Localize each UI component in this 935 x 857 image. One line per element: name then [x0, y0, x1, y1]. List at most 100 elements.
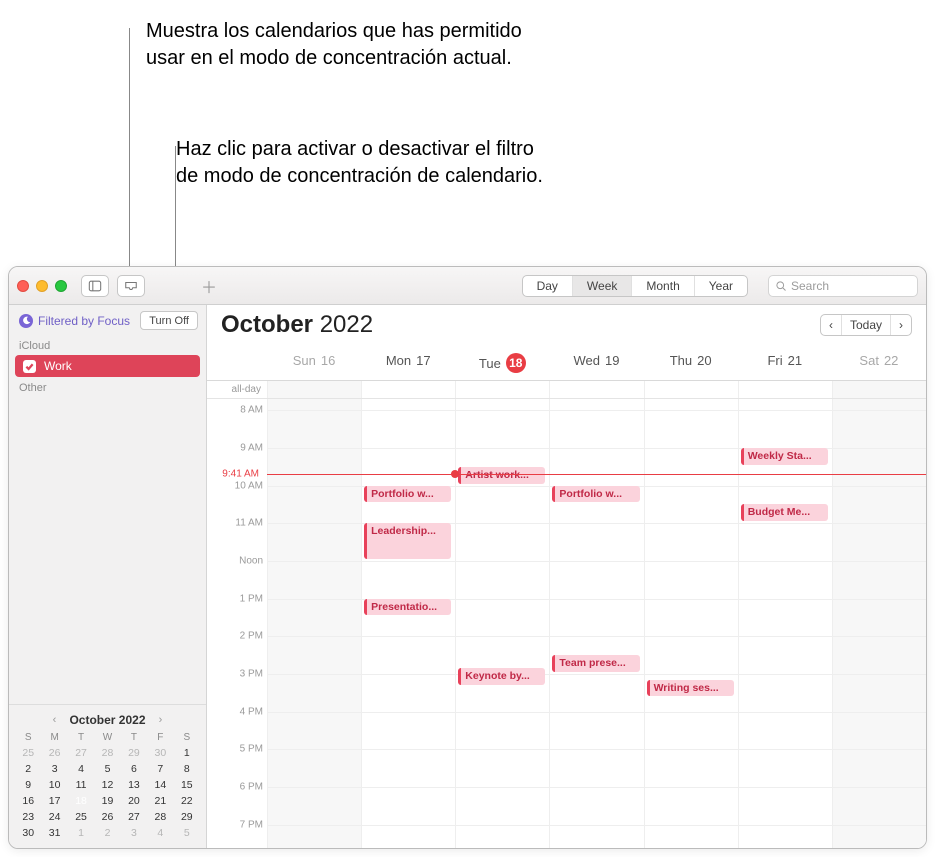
today-button[interactable]: Today [842, 315, 891, 335]
hour-gridline [362, 410, 455, 411]
day-header-cell[interactable]: Tue 18 [455, 345, 549, 380]
view-day-tab[interactable]: Day [523, 276, 573, 296]
mini-cal-day[interactable]: 28 [147, 810, 173, 824]
mini-cal-day[interactable]: 8 [174, 762, 200, 776]
search-input[interactable]: Search [768, 275, 918, 297]
sidebar-calendar-work[interactable]: Work [15, 355, 200, 377]
focus-filter-indicator[interactable]: Filtered by Focus [19, 314, 130, 328]
mini-cal-day[interactable]: 9 [15, 778, 41, 792]
mini-cal-day[interactable]: 25 [68, 810, 94, 824]
allday-cell[interactable] [738, 381, 832, 398]
day-column[interactable]: Portfolio w... Leadership... Presentatio..… [361, 399, 455, 848]
calendar-event[interactable]: Portfolio w... [364, 486, 451, 503]
allday-cell[interactable] [832, 381, 926, 398]
allday-cell[interactable] [361, 381, 455, 398]
day-header-weekday: Mon [386, 353, 411, 368]
mini-cal-day[interactable]: 11 [68, 778, 94, 792]
mini-cal-day[interactable]: 3 [121, 826, 147, 840]
day-column[interactable]: Weekly Sta... Budget Me... [738, 399, 832, 848]
mini-cal-day[interactable]: 5 [94, 762, 120, 776]
day-header-cell[interactable]: Wed 19 [549, 345, 643, 380]
mini-cal-day[interactable]: 26 [41, 746, 67, 760]
mini-cal-day[interactable]: 14 [147, 778, 173, 792]
calendar-event[interactable]: Keynote by... [458, 668, 545, 685]
calendar-event[interactable]: Portfolio w... [552, 486, 639, 503]
mini-cal-day[interactable]: 4 [68, 762, 94, 776]
mini-cal-day[interactable]: 17 [41, 794, 67, 808]
mini-cal-day[interactable]: 5 [174, 826, 200, 840]
mini-cal-day[interactable]: 1 [174, 746, 200, 760]
next-week-button[interactable]: › [891, 315, 911, 335]
mini-cal-day[interactable]: 20 [121, 794, 147, 808]
mini-cal-day[interactable]: 2 [15, 762, 41, 776]
calendar-event[interactable]: Team prese... [552, 655, 639, 672]
hour-gridline [550, 712, 643, 713]
calendar-event[interactable]: Artist work... [458, 467, 545, 484]
mini-cal-day[interactable]: 22 [174, 794, 200, 808]
hour-gridline [362, 787, 455, 788]
allday-cell[interactable] [644, 381, 738, 398]
mini-cal-day[interactable]: 23 [15, 810, 41, 824]
mini-cal-day[interactable]: 15 [174, 778, 200, 792]
close-window-button[interactable] [17, 280, 29, 292]
mini-cal-day[interactable]: 7 [147, 762, 173, 776]
mini-cal-day[interactable]: 19 [94, 794, 120, 808]
mini-cal-day[interactable]: 12 [94, 778, 120, 792]
day-header-cell[interactable]: Fri 21 [738, 345, 832, 380]
view-week-tab[interactable]: Week [573, 276, 632, 296]
mini-cal-next[interactable]: › [154, 714, 168, 726]
day-column[interactable] [832, 399, 926, 848]
mini-cal-day[interactable]: 4 [147, 826, 173, 840]
mini-cal-day[interactable]: 1 [68, 826, 94, 840]
mini-cal-day[interactable]: 25 [15, 746, 41, 760]
mini-cal-day[interactable]: 3 [41, 762, 67, 776]
mini-cal-day[interactable]: 29 [174, 810, 200, 824]
mini-cal-day[interactable]: 24 [41, 810, 67, 824]
minimize-window-button[interactable] [36, 280, 48, 292]
calendar-checkbox[interactable] [23, 360, 36, 373]
hour-gridline [268, 825, 361, 826]
mini-cal-day[interactable]: 13 [121, 778, 147, 792]
mini-cal-day[interactable]: 21 [147, 794, 173, 808]
mini-cal-day[interactable]: 27 [121, 810, 147, 824]
mini-cal-day[interactable]: 2 [94, 826, 120, 840]
day-column[interactable]: Writing ses... [644, 399, 738, 848]
hour-gridline [268, 749, 361, 750]
day-column[interactable] [267, 399, 361, 848]
add-event-button[interactable]: ＋ [197, 275, 221, 297]
day-header-cell[interactable]: Mon 17 [361, 345, 455, 380]
zoom-window-button[interactable] [55, 280, 67, 292]
allday-cell[interactable] [549, 381, 643, 398]
day-column[interactable]: Artist work... Keynote by... [455, 399, 549, 848]
day-column[interactable]: Portfolio w... Team prese... [549, 399, 643, 848]
view-month-tab[interactable]: Month [632, 276, 694, 296]
day-header-cell[interactable]: Sun 16 [267, 345, 361, 380]
mini-cal-day[interactable]: 30 [15, 826, 41, 840]
mini-cal-day[interactable]: 29 [121, 746, 147, 760]
calendar-event[interactable]: Leadership... [364, 523, 451, 559]
day-header-cell[interactable]: Sat 22 [832, 345, 926, 380]
mini-cal-day[interactable]: 6 [121, 762, 147, 776]
turn-off-focus-button[interactable]: Turn Off [140, 311, 198, 330]
mini-cal-day[interactable]: 31 [41, 826, 67, 840]
mini-cal-day[interactable]: 27 [68, 746, 94, 760]
allday-cell[interactable] [267, 381, 361, 398]
prev-week-button[interactable]: ‹ [821, 315, 842, 335]
mini-cal-day[interactable]: 18 [68, 794, 94, 808]
mini-cal-day[interactable]: 16 [15, 794, 41, 808]
calendar-event[interactable]: Budget Me... [741, 504, 828, 521]
allday-cell[interactable] [455, 381, 549, 398]
inbox-button[interactable] [117, 275, 145, 297]
toggle-sidebar-button[interactable] [81, 275, 109, 297]
mini-cal-day[interactable]: 26 [94, 810, 120, 824]
mini-cal-day[interactable]: 28 [94, 746, 120, 760]
calendar-event[interactable]: Writing ses... [647, 680, 734, 697]
calendar-event[interactable]: Weekly Sta... [741, 448, 828, 465]
view-year-tab[interactable]: Year [695, 276, 747, 296]
calendar-event[interactable]: Presentatio... [364, 599, 451, 616]
mini-cal-day[interactable]: 10 [41, 778, 67, 792]
week-grid[interactable]: 8 AM9 AM10 AM11 AMNoon1 PM2 PM3 PM4 PM5 … [207, 399, 926, 848]
mini-cal-day[interactable]: 30 [147, 746, 173, 760]
day-header-cell[interactable]: Thu 20 [644, 345, 738, 380]
mini-cal-prev[interactable]: ‹ [47, 714, 61, 726]
